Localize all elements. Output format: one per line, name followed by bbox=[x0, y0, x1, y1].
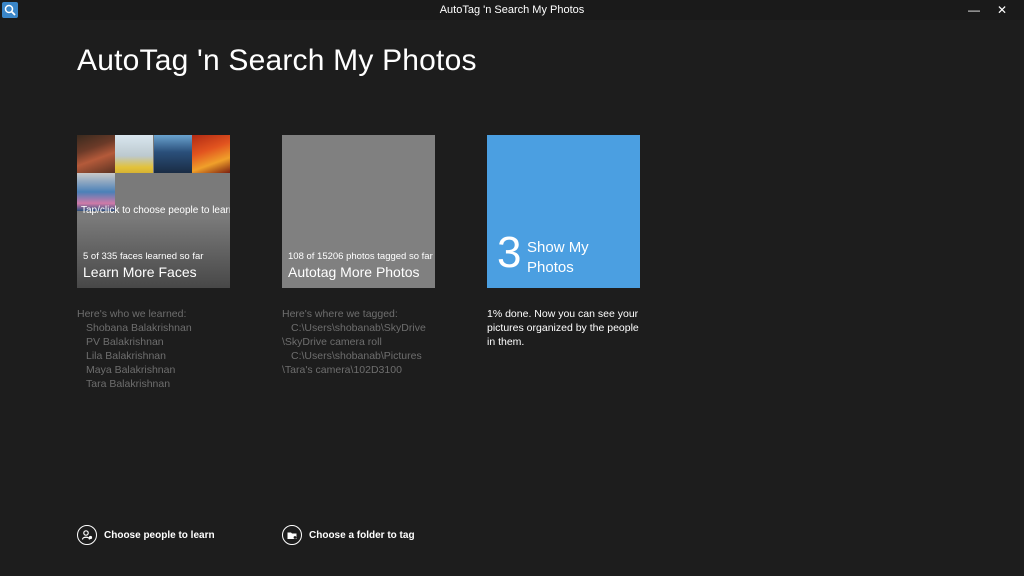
tag-progress: 108 of 15206 photos tagged so far bbox=[288, 251, 433, 262]
close-button[interactable]: ✕ bbox=[990, 0, 1014, 20]
choose-people-label: Choose people to learn bbox=[104, 529, 215, 541]
faces-tile-label: Learn More Faces bbox=[83, 264, 197, 280]
folder-path: \Tara's camera\102D3100 bbox=[282, 364, 402, 376]
folder-path: C:\Users\shobanab\Pictures bbox=[291, 350, 422, 362]
person-name: PV Balakrishnan bbox=[86, 336, 164, 348]
person-name: Maya Balakrishnan bbox=[86, 364, 176, 376]
learn-more-faces-tile[interactable]: Tap/click to choose people to learn 5 of… bbox=[77, 135, 230, 288]
choose-folder-button[interactable]: Choose a folder to tag bbox=[282, 524, 415, 546]
folder-tag-icon bbox=[282, 525, 302, 545]
person-name: Lila Balakrishnan bbox=[86, 350, 166, 362]
people-count: 3 bbox=[497, 228, 522, 277]
folder-path: C:\Users\shobanab\SkyDrive bbox=[291, 322, 426, 334]
tagged-folders-list: Here's where we tagged: C:\Users\shobana… bbox=[282, 307, 442, 377]
page-title: AutoTag 'n Search My Photos bbox=[77, 44, 477, 78]
faces-progress: 5 of 335 faces learned so far bbox=[83, 251, 204, 262]
person-name: Shobana Balakrishnan bbox=[86, 322, 192, 334]
tag-tile-label: Autotag More Photos bbox=[288, 264, 420, 280]
show-tile-label: Show My Photos bbox=[527, 239, 589, 276]
status-message: 1% done. Now you can see your pictures o… bbox=[487, 308, 639, 348]
window-title: AutoTag 'n Search My Photos bbox=[439, 4, 585, 16]
learned-heading: Here's who we learned: bbox=[77, 308, 187, 320]
folder-path: \SkyDrive camera roll bbox=[282, 336, 382, 348]
learned-people-list: Here's who we learned: Shobana Balakrish… bbox=[77, 307, 257, 391]
show-my-photos-tile[interactable]: 3 Show My Photos bbox=[487, 135, 640, 288]
person-add-icon bbox=[77, 525, 97, 545]
autotag-more-photos-tile[interactable]: 108 of 15206 photos tagged so far Autota… bbox=[282, 135, 435, 288]
choose-people-button[interactable]: Choose people to learn bbox=[77, 524, 215, 546]
choose-folder-label: Choose a folder to tag bbox=[309, 529, 415, 541]
minimize-button[interactable]: — bbox=[962, 0, 986, 20]
faces-tile-hint: Tap/click to choose people to learn bbox=[81, 205, 230, 216]
tagged-heading: Here's where we tagged: bbox=[282, 308, 398, 320]
title-bar: AutoTag 'n Search My Photos — ✕ bbox=[0, 0, 1024, 20]
person-name: Tara Balakrishnan bbox=[86, 378, 171, 390]
show-status-text: 1% done. Now you can see your pictures o… bbox=[487, 307, 647, 349]
